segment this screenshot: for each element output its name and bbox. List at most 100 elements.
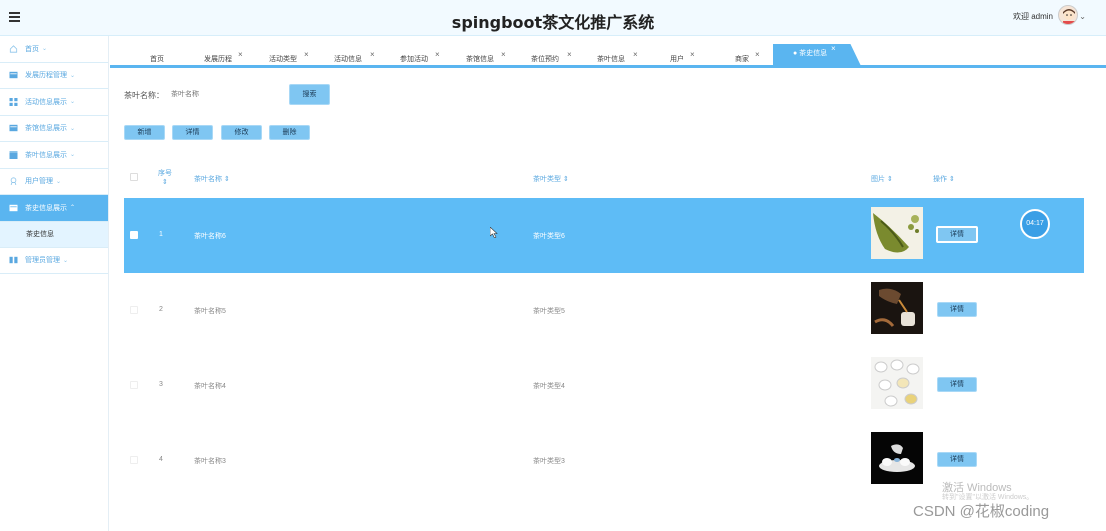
sidebar-item-tea[interactable]: 茶叶信息展示 ⌄ (0, 142, 108, 169)
row-name: 茶叶名称6 (194, 233, 226, 240)
table-row[interactable]: 3 茶叶名称4 茶叶类型4 详情 (124, 348, 1084, 423)
box-icon (9, 150, 18, 159)
close-icon[interactable]: × (370, 45, 375, 65)
tab-label: 茶位预约 (531, 56, 559, 63)
column-label: 图片 (871, 176, 885, 183)
sort-icon: ⇕ (886, 176, 893, 183)
column-label: 操作 (933, 176, 947, 183)
column-label: 茶叶类型 (533, 176, 561, 183)
row-detail-button[interactable]: 详情 (937, 302, 977, 317)
sidebar-item-label: 首页 (25, 45, 39, 53)
tab-label: ● 茶史信息 (793, 50, 828, 57)
detail-button[interactable]: 详情 (172, 125, 213, 140)
table-row[interactable]: 1 茶叶名称6 茶叶类型6 详情 (124, 198, 1084, 273)
delete-button[interactable]: 删除 (269, 125, 310, 140)
tab-merchant[interactable]: 商家 × (735, 50, 760, 72)
sidebar-item-history[interactable]: 发展历程管理 ⌄ (0, 63, 108, 89)
row-type: 茶叶类型6 (533, 233, 565, 240)
avatar[interactable] (1058, 5, 1078, 25)
chevron-down-icon: ⌄ (63, 257, 69, 264)
row-type: 茶叶类型3 (533, 458, 565, 465)
search-label: 茶叶名称： (124, 91, 164, 100)
sidebar-item-label: 发展历程管理 (25, 72, 67, 80)
sidebar-item-activity[interactable]: 活动信息展示 ⌄ (0, 89, 108, 116)
tea-set-image (871, 432, 923, 484)
tab-activity-info[interactable]: 活动信息 × (334, 50, 375, 72)
tea-leaves-image (871, 207, 923, 259)
tab-tea-history-active[interactable]: ● 茶史信息 × (773, 44, 861, 66)
tab-seat-booking[interactable]: 茶位预约 × (531, 50, 572, 72)
close-icon[interactable]: × (633, 45, 638, 65)
close-icon[interactable]: × (304, 45, 309, 65)
tab-bar: 首页 发展历程 × 活动类型 × 活动信息 × 参加活动 × 茶馆信息 × 茶位… (110, 44, 1106, 68)
row-name: 茶叶名称3 (194, 458, 226, 465)
row-checkbox[interactable] (130, 456, 138, 464)
tab-label: 活动类型 (269, 56, 297, 63)
chevron-down-icon[interactable]: ⌄ (1079, 12, 1086, 21)
tab-history[interactable]: 发展历程 × (204, 50, 243, 72)
close-icon[interactable]: × (755, 45, 760, 65)
tab-home[interactable]: 首页 (150, 50, 164, 72)
close-icon[interactable]: × (690, 45, 695, 65)
close-icon[interactable]: × (435, 45, 440, 65)
row-checkbox[interactable] (130, 306, 138, 314)
folder-icon (9, 125, 18, 132)
sidebar-item-label: 茶史信息展示 (25, 204, 67, 212)
column-header-index[interactable]: 序号 ⇕ (158, 168, 172, 186)
tab-teahouse-info[interactable]: 茶馆信息 × (466, 50, 506, 72)
tab-users[interactable]: 用户 × (670, 50, 695, 72)
sidebar-item-admin[interactable]: 管理员管理 ⌄ (0, 248, 108, 274)
column-header-type[interactable]: 茶叶类型 ⇕ (533, 174, 569, 184)
tab-label: 发展历程 (204, 56, 232, 63)
table-row[interactable]: 4 茶叶名称3 茶叶类型3 详情 (124, 423, 1084, 498)
add-button[interactable]: 新增 (124, 125, 165, 140)
edit-button[interactable]: 修改 (221, 125, 262, 140)
sort-icon: ⇕ (162, 179, 168, 186)
row-detail-button[interactable]: 详情 (937, 452, 977, 467)
mouse-cursor-icon (490, 227, 498, 238)
column-header-name[interactable]: 茶叶名称 ⇕ (194, 174, 230, 184)
close-icon[interactable]: × (831, 44, 836, 59)
book-icon (9, 257, 18, 264)
tab-label: 参加活动 (400, 56, 428, 63)
chevron-down-icon: ⌄ (56, 178, 62, 185)
tab-label: 活动信息 (334, 56, 362, 63)
row-name: 茶叶名称5 (194, 308, 226, 315)
select-all-checkbox[interactable] (130, 173, 138, 181)
tab-join-activity[interactable]: 参加活动 × (400, 50, 440, 72)
search-input[interactable] (171, 86, 279, 102)
sidebar-item-home[interactable]: 首页 ⌄ (0, 36, 108, 63)
chevron-down-icon: ⌄ (70, 72, 76, 79)
sidebar-item-tea-history[interactable]: 茶史信息展示 ⌃ (0, 195, 108, 222)
row-checkbox[interactable] (130, 231, 138, 239)
tab-tea-info[interactable]: 茶叶信息 × (597, 50, 638, 72)
tab-activity-type[interactable]: 活动类型 × (269, 50, 309, 72)
tab-label: 茶馆信息 (466, 56, 494, 63)
row-detail-button[interactable]: 详情 (936, 226, 978, 243)
table-row[interactable]: 2 茶叶名称5 茶叶类型5 详情 (124, 273, 1084, 348)
tab-label: 首页 (150, 56, 164, 63)
close-icon[interactable]: × (238, 45, 243, 65)
column-header-image[interactable]: 图片 ⇕ (871, 174, 893, 184)
tab-label: 茶叶信息 (597, 56, 625, 63)
sidebar-item-label: 管理员管理 (25, 257, 60, 265)
sidebar-item-teahouse[interactable]: 茶馆信息展示 ⌄ (0, 116, 108, 142)
search-button[interactable]: 搜索 (289, 84, 330, 105)
sidebar-subitem-tea-history-info[interactable]: 茶史信息 (0, 221, 108, 248)
row-checkbox[interactable] (130, 381, 138, 389)
table-header: 序号 ⇕ 茶叶名称 ⇕ 茶叶类型 ⇕ 图片 ⇕ 操作 ⇕ (124, 164, 1084, 196)
chevron-down-icon: ⌄ (70, 99, 76, 106)
chevron-down-icon: ⌄ (42, 46, 48, 53)
column-header-action[interactable]: 操作 ⇕ (933, 174, 955, 184)
sort-icon: ⇕ (223, 176, 230, 183)
sidebar-item-label: 用户管理 (25, 178, 53, 186)
close-icon[interactable]: × (501, 45, 506, 65)
home-icon (9, 44, 18, 53)
chevron-down-icon: ⌄ (70, 152, 76, 159)
row-detail-button[interactable]: 详情 (937, 377, 977, 392)
row-index: 1 (159, 231, 163, 238)
sidebar-item-users[interactable]: 用户管理 ⌄ (0, 169, 108, 195)
close-icon[interactable]: × (567, 45, 572, 65)
folder-icon (9, 204, 18, 211)
tab-label: 用户 (670, 56, 684, 63)
